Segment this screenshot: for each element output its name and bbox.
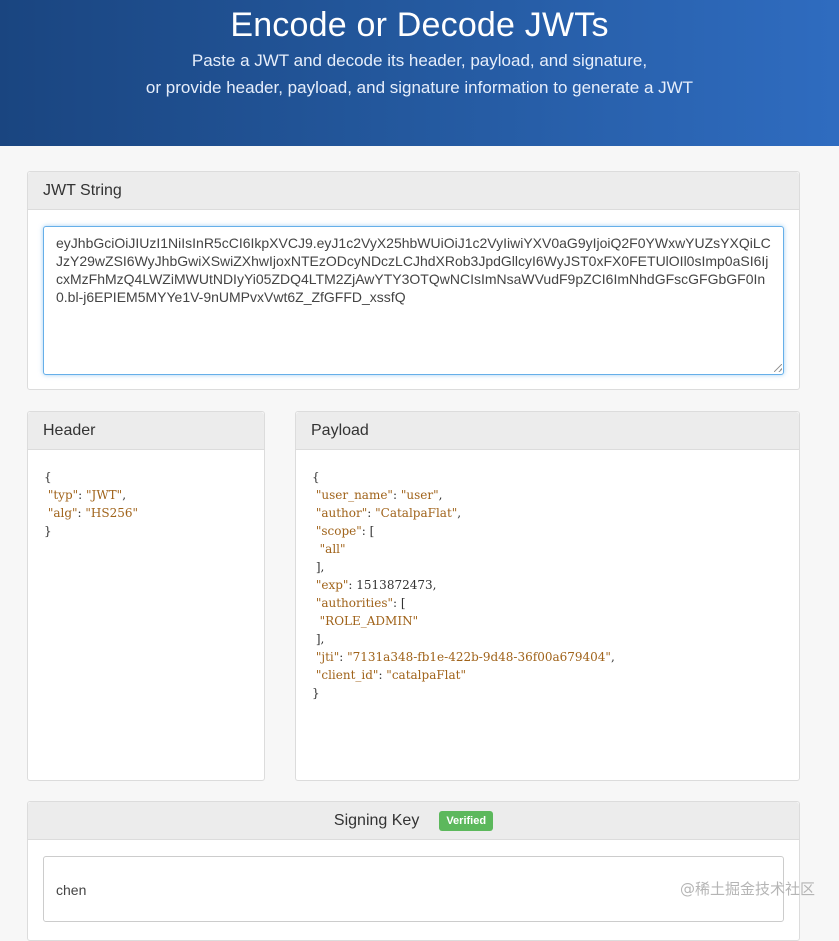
hero-subtitle-line1: Paste a JWT and decode its header, paylo… (191, 51, 648, 70)
hero-subtitle-line2: or provide header, payload, and signatur… (145, 78, 694, 97)
json-value: 1513872473 (356, 578, 433, 592)
hero-banner: Encode or Decode JWTs Paste a JWT and de… (0, 0, 839, 146)
signing-key-header: Signing Key Verified (28, 802, 799, 840)
header-json-editor[interactable]: { "typ": "JWT", "alg": "HS256" } (28, 450, 264, 558)
page-title: Encode or Decode JWTs (230, 6, 609, 44)
json-value: "7131a348-fb1e-422b-9d48-36f00a679404" (347, 650, 611, 664)
header-panel-title: Header (28, 412, 264, 450)
payload-panel-title: Payload (296, 412, 799, 450)
json-key: "user_name" (315, 488, 393, 502)
payload-json-editor[interactable]: { "user_name": "user", "author": "Catalp… (296, 450, 799, 720)
resize-handle-icon[interactable] (774, 364, 782, 372)
json-value: "all" (319, 542, 346, 556)
json-key: "scope" (315, 524, 362, 538)
json-key: "exp" (315, 578, 349, 592)
signing-key-panel: Signing Key Verified chen (27, 801, 800, 941)
jwt-string-panel: JWT String eyJhbGciOiJIUzI1NiIsInR5cCI6I… (27, 171, 800, 390)
json-value: "catalpaFlat" (386, 668, 467, 682)
json-key: "client_id" (315, 668, 379, 682)
verified-badge: Verified (439, 811, 494, 831)
json-value: "HS256" (85, 506, 139, 520)
jwt-string-title: JWT String (28, 172, 799, 210)
json-key: "authorities" (315, 596, 394, 610)
jwt-string-input[interactable]: eyJhbGciOiJIUzI1NiIsInR5cCI6IkpXVCJ9.eyJ… (43, 226, 784, 375)
json-key: "jti" (315, 650, 340, 664)
json-value: "JWT" (86, 488, 123, 502)
json-value: "CatalpaFlat" (375, 506, 458, 520)
json-key: "author" (315, 506, 368, 520)
json-key: "alg" (47, 506, 78, 520)
watermark: @稀土掘金技术社区 (679, 880, 815, 898)
signing-key-input[interactable]: chen (43, 856, 784, 922)
payload-panel: Payload { "user_name": "user", "author":… (295, 411, 800, 781)
json-value: "ROLE_ADMIN" (319, 614, 419, 628)
json-key: "typ" (47, 488, 79, 502)
header-panel: Header { "typ": "JWT", "alg": "HS256" } (27, 411, 265, 781)
signing-key-title: Signing Key (333, 812, 420, 829)
json-value: "user" (400, 488, 439, 502)
